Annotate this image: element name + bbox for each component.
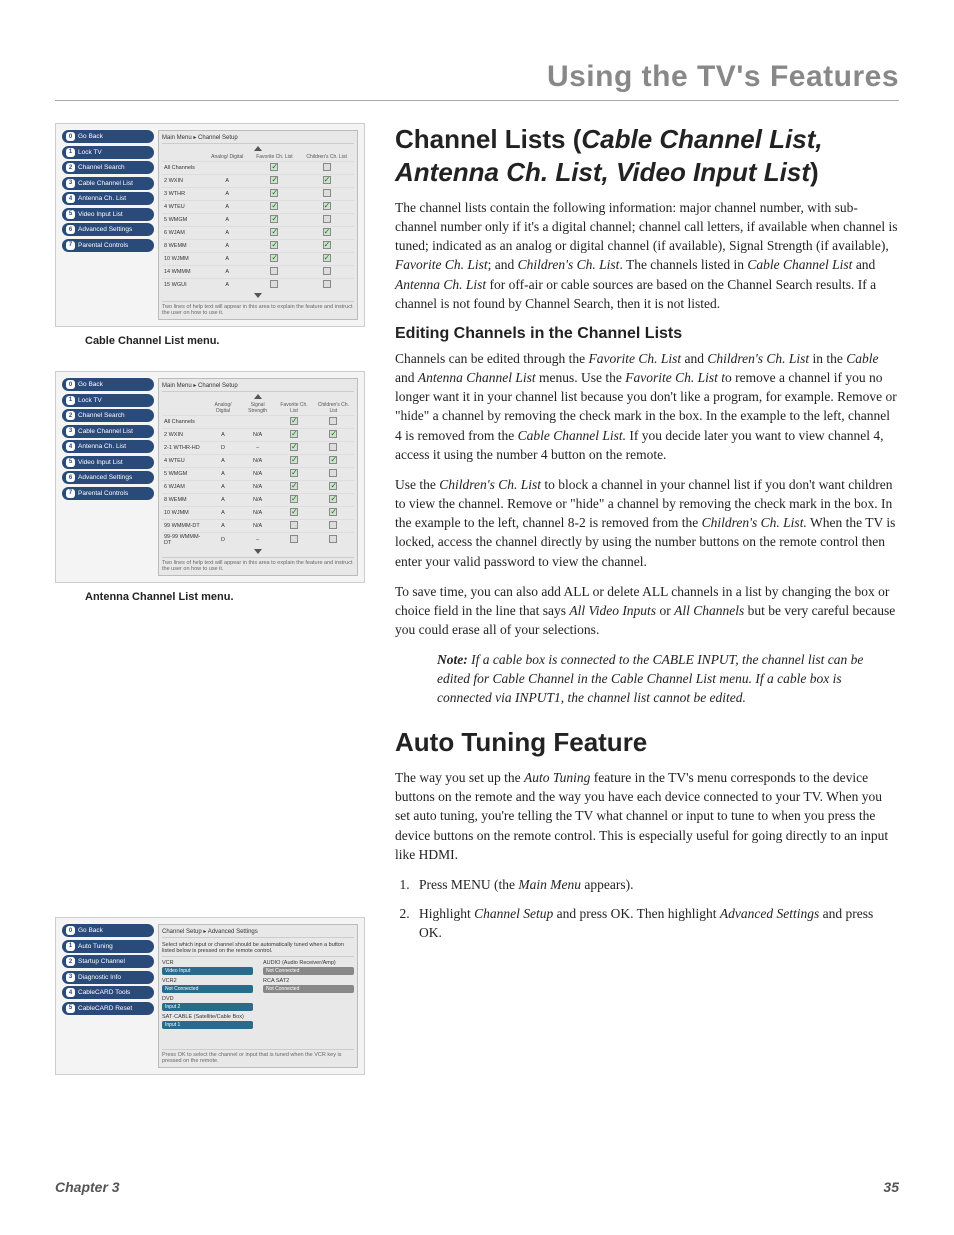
menu-button: 7Parental Controls (62, 487, 154, 500)
menu-button: 6Advanced Settings (62, 223, 154, 236)
cable-channel-list-screenshot: 0Go Back 1Lock TV 2Channel Search 3Cable Ch… (55, 123, 365, 327)
left-column: 0Go Back 1Lock TV 2Channel Search 3Cable Ch… (55, 123, 365, 1083)
menu-button: 0Go Back (62, 378, 154, 391)
help-text: Press OK to select the channel or input … (162, 1049, 354, 1064)
menu-button: 7Parental Controls (62, 239, 154, 252)
menu-button: 2Startup Channel (62, 955, 154, 968)
steps-list: Press MENU (the Main Menu appears). High… (413, 875, 899, 942)
section-title-auto-tuning: Auto Tuning Feature (395, 726, 899, 759)
list-item: Highlight Channel Setup and press OK. Th… (413, 904, 899, 942)
menu-button: 1Auto Tuning (62, 940, 154, 953)
right-column: Channel Lists (Cable Channel List, Anten… (395, 123, 899, 1083)
menu-button: 5Video Input List (62, 456, 154, 469)
menu-button: 4CableCARD Tools (62, 986, 154, 999)
note-block: Note: If a cable box is connected to the… (437, 650, 899, 707)
menu-button: 5CableCARD Reset (62, 1002, 154, 1015)
menu-button: 3Cable Channel List (62, 425, 154, 438)
advanced-settings-screenshot: 0Go Back 1Auto Tuning 2Startup Channel 3Dia… (55, 917, 365, 1075)
menu-button: 2Channel Search (62, 409, 154, 422)
menu-button: 0Go Back (62, 924, 154, 937)
para: Use the Children's Ch. List to block a c… (395, 475, 899, 571)
menu-button: 0Go Back (62, 130, 154, 143)
breadcrumb: Main Menu ▸ Channel Setup (162, 382, 354, 392)
caption-antenna: Antenna Channel List menu. (85, 591, 365, 603)
footer-chapter: Chapter 3 (55, 1179, 120, 1195)
caption-cable: Cable Channel List menu. (85, 335, 365, 347)
menu-button: 3Cable Channel List (62, 177, 154, 190)
list-item: Press MENU (the Main Menu appears). (413, 875, 899, 894)
menu-button: 1Lock TV (62, 146, 154, 159)
menu-button: 5Video Input List (62, 208, 154, 221)
breadcrumb: Main Menu ▸ Channel Setup (162, 134, 354, 144)
footer-page: 35 (883, 1179, 899, 1195)
menu-button: 4Antenna Ch. List (62, 192, 154, 205)
section-title-channel-lists: Channel Lists (Cable Channel List, Anten… (395, 123, 899, 188)
menu-button: 1Lock TV (62, 394, 154, 407)
menu-button: 3Diagnostic Info (62, 971, 154, 984)
para: Channels can be edited through the Favor… (395, 349, 899, 464)
page-footer: Chapter 3 35 (55, 1179, 899, 1195)
para: To save time, you can also add ALL or de… (395, 582, 899, 639)
intro-text: Select which input or channel should be … (162, 940, 354, 957)
page-header: Using the TV's Features (55, 60, 899, 101)
menu-button: 2Channel Search (62, 161, 154, 174)
menu-button: 6Advanced Settings (62, 471, 154, 484)
menu-button: 4Antenna Ch. List (62, 440, 154, 453)
help-text: Two lines of help text will appear in th… (162, 301, 354, 316)
para: The way you set up the Auto Tuning featu… (395, 768, 899, 864)
sub-title-editing: Editing Channels in the Channel Lists (395, 325, 899, 343)
antenna-channel-list-screenshot: 0Go Back 1Lock TV 2Channel Search 3Cable Ch… (55, 371, 365, 583)
help-text: Two lines of help text will appear in th… (162, 557, 354, 572)
breadcrumb: Channel Setup ▸ Advanced Settings (162, 928, 354, 938)
para: The channel lists contain the following … (395, 198, 899, 313)
